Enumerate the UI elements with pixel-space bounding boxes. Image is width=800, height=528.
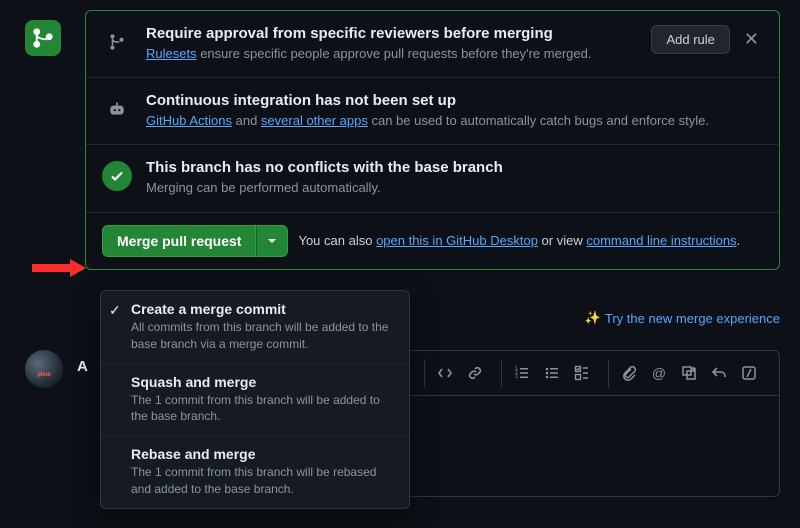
approval-title: Require approval from specific reviewers… [146, 25, 637, 42]
conflicts-section: This branch has no conflicts with the ba… [86, 145, 779, 212]
bot-icon [102, 94, 132, 124]
code-icon[interactable] [431, 359, 459, 387]
check-icon: ✓ [109, 302, 121, 319]
add-rule-button[interactable]: Add rule [651, 25, 729, 54]
merge-pull-request-button[interactable]: Merge pull request [102, 225, 256, 257]
git-merge-icon [33, 28, 53, 48]
chevron-down-icon [267, 236, 277, 246]
conflicts-desc: Merging can be performed automatically. [146, 179, 763, 197]
slash-commands-icon[interactable] [735, 359, 763, 387]
avatar[interactable]: phoe [25, 350, 63, 388]
mention-icon[interactable]: @ [645, 359, 673, 387]
comment-author-prefix: A [77, 358, 88, 375]
github-actions-link[interactable]: GitHub Actions [146, 113, 232, 128]
merge-options-dropdown-button[interactable] [256, 225, 288, 257]
ci-desc: GitHub Actions and several other apps ca… [146, 112, 763, 130]
ci-section: Continuous integration has not been set … [86, 78, 779, 145]
other-apps-link[interactable]: several other apps [261, 113, 368, 128]
unordered-list-icon[interactable] [538, 359, 566, 387]
close-icon[interactable]: ✕ [740, 29, 763, 50]
merge-option-rebase[interactable]: Rebase and merge The 1 commit from this … [101, 436, 409, 508]
merge-action-bar: Merge pull request You can also open thi… [86, 213, 779, 269]
command-line-link[interactable]: command line instructions [586, 233, 736, 248]
task-list-icon[interactable] [568, 359, 596, 387]
reply-icon[interactable] [705, 359, 733, 387]
approval-section: Require approval from specific reviewers… [86, 11, 779, 78]
sparkle-icon: ✨ [585, 310, 601, 326]
svg-text:3: 3 [515, 374, 518, 380]
merge-method-dropdown: ✓ Create a merge commit All commits from… [100, 290, 410, 509]
open-desktop-link[interactable]: open this in GitHub Desktop [376, 233, 538, 248]
cross-reference-icon[interactable] [675, 359, 703, 387]
merge-option-squash[interactable]: Squash and merge The 1 commit from this … [101, 364, 409, 437]
conflicts-title: This branch has no conflicts with the ba… [146, 159, 763, 176]
merge-status-panel: Require approval from specific reviewers… [85, 10, 780, 270]
link-icon[interactable] [461, 359, 489, 387]
merge-button-group: Merge pull request [102, 225, 288, 257]
branch-rule-icon [102, 27, 132, 57]
timeline-merge-badge [25, 20, 61, 56]
ordered-list-icon[interactable]: 123 [508, 359, 536, 387]
try-new-merge-link[interactable]: ✨ Try the new merge experience [585, 310, 780, 326]
attach-icon[interactable] [615, 359, 643, 387]
merge-note: You can also open this in GitHub Desktop… [298, 233, 740, 248]
highlight-arrow [30, 257, 88, 279]
check-icon [102, 161, 132, 191]
rulesets-link[interactable]: Rulesets [146, 46, 197, 61]
merge-option-create-commit[interactable]: ✓ Create a merge commit All commits from… [101, 291, 409, 364]
approval-desc: Rulesets ensure specific people approve … [146, 45, 637, 63]
ci-title: Continuous integration has not been set … [146, 92, 763, 109]
